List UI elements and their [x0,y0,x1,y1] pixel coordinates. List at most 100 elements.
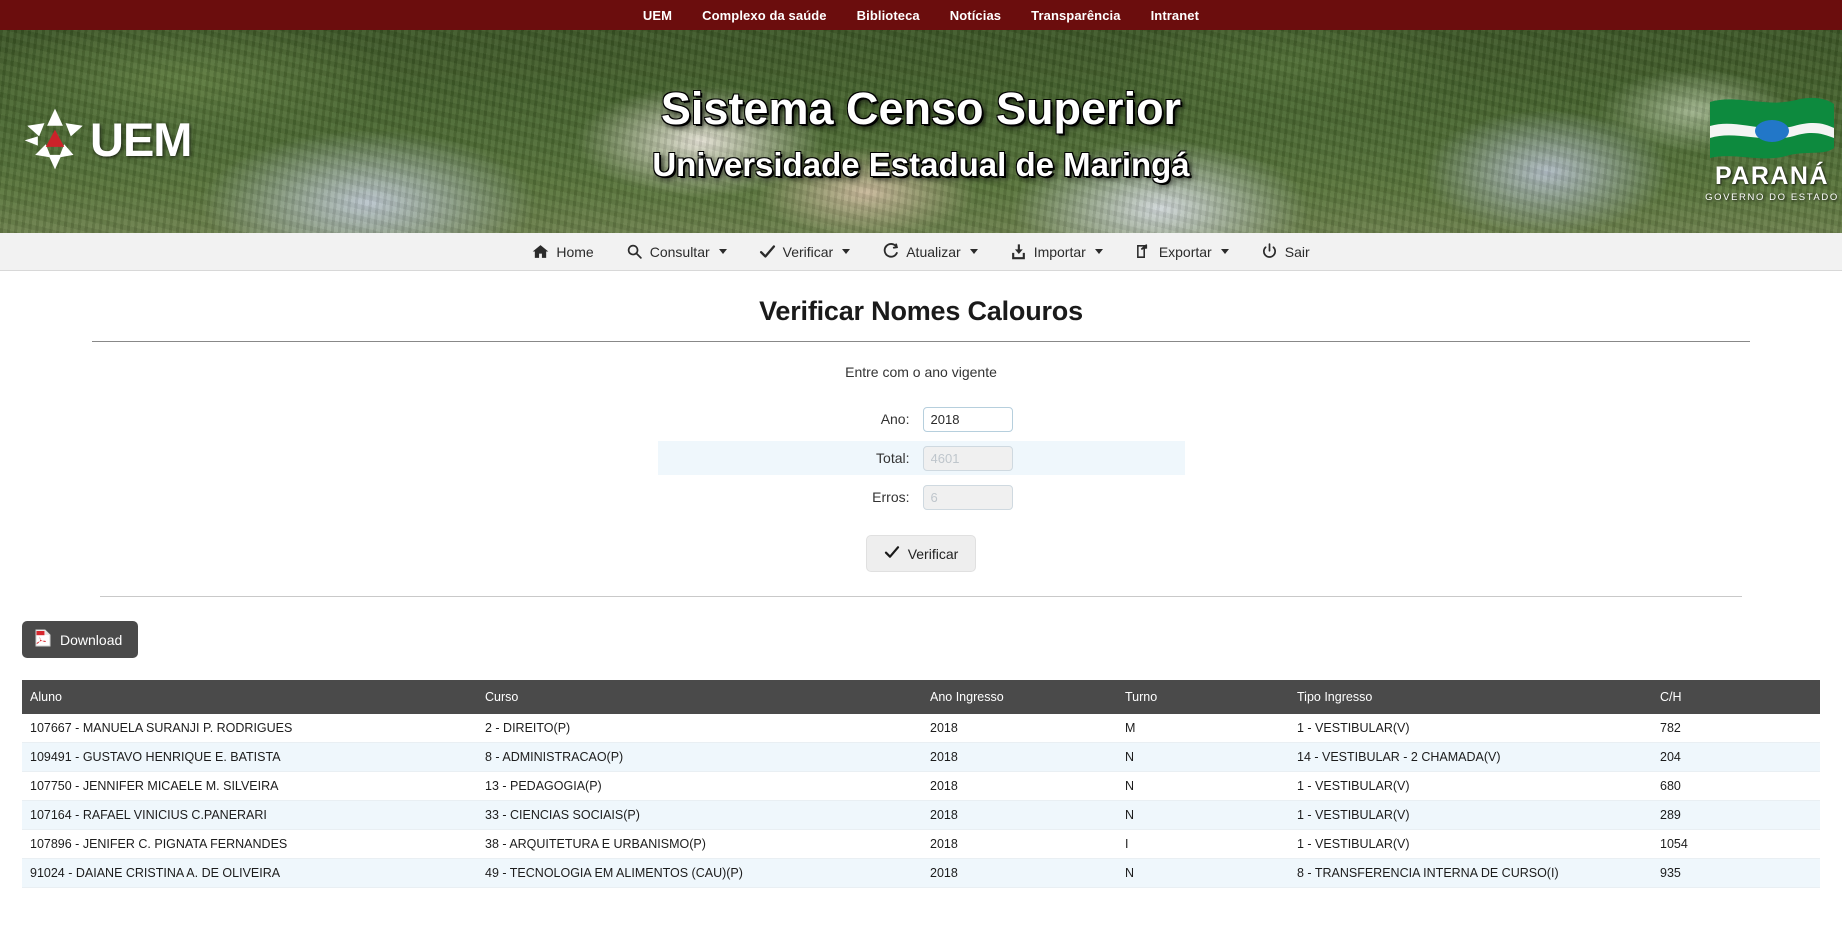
cell-ano-ingresso: 2018 [922,742,1117,772]
column-header-turno[interactable]: Turno [1117,680,1289,714]
cell-ano-ingresso: 2018 [922,800,1117,830]
cell-ch: 204 [1652,742,1820,772]
menu-label-home: Home [556,243,594,260]
control-ano [922,402,1185,436]
table-header-row: Aluno Curso Ano Ingresso Turno Tipo Ingr… [22,680,1820,714]
total-input [922,445,1013,471]
column-header-aluno[interactable]: Aluno [22,680,477,714]
menu-item-importar[interactable]: Importar [994,233,1119,271]
cell-turno: M [1117,714,1289,743]
chevron-down-icon [1094,249,1103,254]
cell-aluno: 107164 - RAFAEL VINICIUS C.PANERARI [22,800,477,830]
cell-turno: N [1117,771,1289,801]
label-total: Total: [657,441,923,475]
cell-curso: 8 - ADMINISTRACAO(P) [477,742,922,772]
menu-label-atualizar: Atualizar [906,243,961,260]
cell-ano-ingresso: 2018 [922,858,1117,888]
form-divider [100,596,1742,597]
menu-item-atualizar[interactable]: Atualizar [866,233,993,271]
ano-input[interactable] [922,406,1013,432]
table-row[interactable]: 109491 - GUSTAVO HENRIQUE E. BATISTA 8 -… [22,742,1820,772]
menu-label-sair: Sair [1284,243,1310,260]
refresh-icon [882,243,899,260]
form-row-ano: Ano: [0,402,1842,436]
cell-ch: 782 [1652,714,1820,743]
table-row[interactable]: 91024 - DAIANE CRISTINA A. DE OLIVEIRA 4… [22,858,1820,888]
chevron-down-icon [969,249,978,254]
cell-aluno: 107896 - JENIFER C. PIGNATA FERNANDES [22,829,477,859]
table-header: Aluno Curso Ano Ingresso Turno Tipo Ingr… [22,680,1820,714]
table-row[interactable]: 107896 - JENIFER C. PIGNATA FERNANDES 38… [22,829,1820,859]
menu-label-exportar: Exportar [1158,243,1212,260]
topnav-item-transparencia[interactable]: Transparência [1031,8,1120,23]
import-icon [1010,243,1027,260]
parana-logo-subtext: GOVERNO DO ESTADO [1705,192,1839,203]
menu-item-verificar[interactable]: Verificar [743,233,867,271]
parana-logo-text: PARANÁ [1714,162,1830,190]
column-header-ch[interactable]: C/H [1652,680,1820,714]
top-navigation-bar: UEM Complexo da saúde Biblioteca Notícia… [0,0,1842,30]
parana-flag-icon [1710,97,1834,159]
download-button[interactable]: Download [22,621,139,658]
download-button-label: Download [60,631,123,648]
cell-aluno: 107750 - JENNIFER MICAELE M. SILVEIRA [22,771,477,801]
cell-turno: N [1117,858,1289,888]
table-body: 107667 - MANUELA SURANJI P. RODRIGUES 2 … [22,714,1820,888]
cell-tipo-ingresso: 8 - TRANSFERENCIA INTERNA DE CURSO(I) [1289,858,1652,888]
table-row[interactable]: 107667 - MANUELA SURANJI P. RODRIGUES 2 … [22,714,1820,743]
check-icon [759,243,776,260]
cell-ch: 1054 [1652,829,1820,859]
topnav-item-biblioteca[interactable]: Biblioteca [857,8,920,23]
cell-tipo-ingresso: 14 - VESTIBULAR - 2 CHAMADA(V) [1289,742,1652,772]
cell-aluno: 91024 - DAIANE CRISTINA A. DE OLIVEIRA [22,858,477,888]
chevron-down-icon [842,249,851,254]
topnav-item-intranet[interactable]: Intranet [1151,8,1199,23]
cell-curso: 2 - DIREITO(P) [477,714,922,743]
cell-curso: 49 - TECNOLOGIA EM ALIMENTOS (CAU)(P) [477,858,922,888]
column-header-curso[interactable]: Curso [477,680,922,714]
column-header-ano-ingresso[interactable]: Ano Ingresso [922,680,1117,714]
search-icon [626,243,643,260]
cell-ch: 935 [1652,858,1820,888]
menu-item-sair[interactable]: Sair [1245,233,1326,271]
table-row[interactable]: 107164 - RAFAEL VINICIUS C.PANERARI 33 -… [22,800,1820,830]
cell-tipo-ingresso: 1 - VESTIBULAR(V) [1289,800,1652,830]
page-content: Verificar Nomes Calouros Entre com o ano… [0,296,1842,888]
table-row[interactable]: 107750 - JENNIFER MICAELE M. SILVEIRA 13… [22,771,1820,801]
label-ano: Ano: [880,411,910,427]
banner-title: Sistema Censo Superior [660,83,1182,134]
form-row-erros: Erros: [0,480,1842,514]
menu-label-consultar: Consultar [649,243,710,260]
check-icon [884,544,900,563]
cell-turno: N [1117,742,1289,772]
topnav-item-complexo-da-saude[interactable]: Complexo da saúde [702,8,827,23]
banner-subtitle: Universidade Estadual de Maringá [652,145,1190,183]
menu-label-importar: Importar [1033,243,1086,260]
verificar-button-row: Verificar [0,535,1842,572]
menu-item-exportar[interactable]: Exportar [1119,233,1245,271]
page-title: Verificar Nomes Calouros [759,296,1083,326]
column-header-tipo-ingresso[interactable]: Tipo Ingresso [1289,680,1652,714]
site-banner: UEM Sistema Censo Superior Universidade … [0,30,1842,233]
form-row-total: Total: [0,441,1842,475]
cell-ch: 289 [1652,800,1820,830]
verificar-button[interactable]: Verificar [865,535,977,572]
chevron-down-icon [1220,249,1229,254]
verificar-button-label: Verificar [907,545,959,562]
menu-item-consultar[interactable]: Consultar [610,233,743,271]
results-table-wrapper: Aluno Curso Ano Ingresso Turno Tipo Ingr… [22,680,1820,888]
topnav-item-uem[interactable]: UEM [643,8,672,23]
main-menu-bar: Home Consultar Verificar Atualizar Impor… [0,233,1842,271]
export-icon [1135,243,1152,260]
topnav-item-noticias[interactable]: Notícias [950,8,1001,23]
control-total [922,441,1185,475]
page-subtitle: Entre com o ano vigente [845,364,997,380]
parana-government-logo[interactable]: PARANÁ GOVERNO DO ESTADO [1702,92,1842,203]
cell-tipo-ingresso: 1 - VESTIBULAR(V) [1289,714,1652,743]
cell-ch: 680 [1652,771,1820,801]
erros-input [922,484,1013,510]
control-erros [922,480,1185,514]
cell-curso: 33 - CIENCIAS SOCIAIS(P) [477,800,922,830]
title-divider [92,341,1750,342]
menu-item-home[interactable]: Home [516,233,609,271]
